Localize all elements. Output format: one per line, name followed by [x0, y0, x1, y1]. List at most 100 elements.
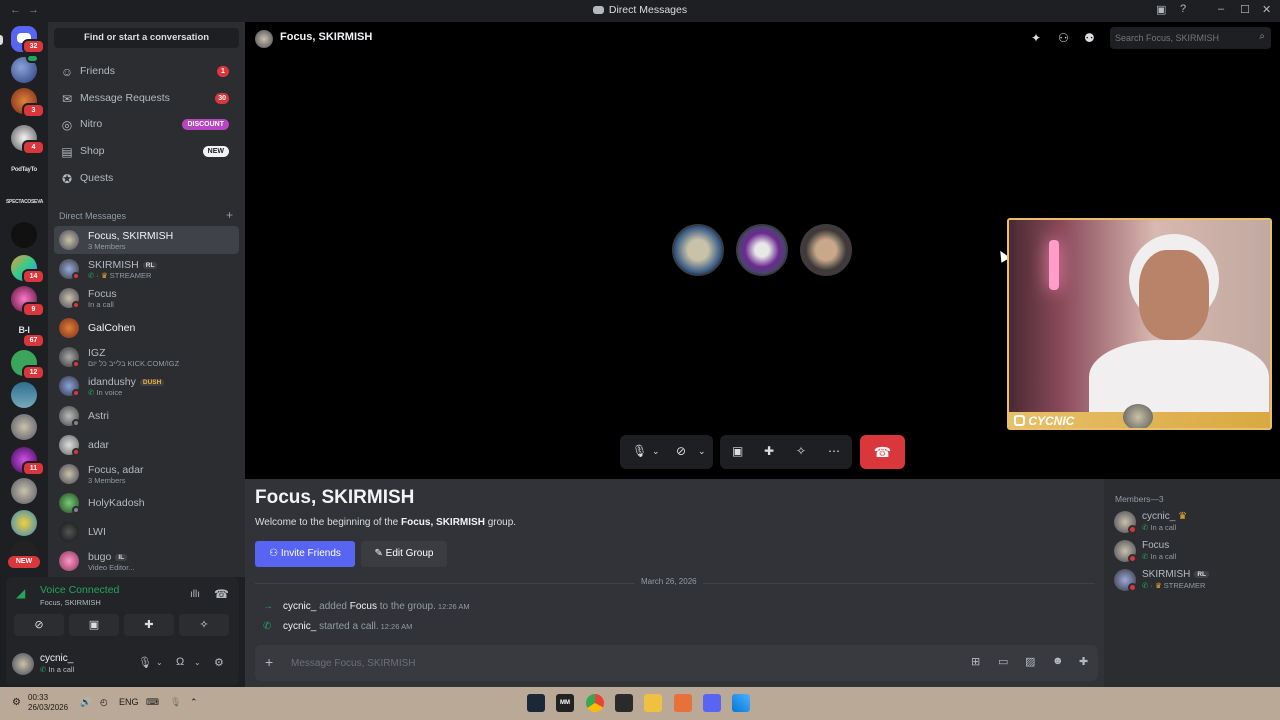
close-icon[interactable]: ✕	[1262, 3, 1271, 16]
video-tile[interactable]: CYCNIC	[1007, 218, 1272, 430]
dm-item[interactable]: HolyKadosh	[54, 489, 239, 517]
invite-friends-button[interactable]: ⚇ Invite Friends	[255, 541, 355, 567]
dm-item[interactable]: Focus In a call	[54, 284, 239, 312]
member-item[interactable]: cycnic_ ♛ ✆ In a call	[1112, 509, 1272, 535]
dm-item[interactable]: adar	[54, 431, 239, 459]
disconnect-icon[interactable]: ☎	[214, 587, 229, 601]
add-friends-icon[interactable]: ⚇	[1058, 31, 1069, 45]
server-icon-8[interactable]	[11, 382, 37, 408]
chevron-down-icon[interactable]: ⌄	[194, 658, 201, 667]
chevron-down-icon[interactable]: ⌄	[652, 446, 660, 457]
participant-avatar[interactable]	[672, 224, 724, 276]
participant-avatar[interactable]	[800, 224, 852, 276]
activities-button[interactable]: ✚	[124, 614, 174, 636]
screen-share-button[interactable]: ▣	[69, 614, 119, 636]
discord-taskbar-icon[interactable]	[703, 694, 721, 712]
nav-message-requests[interactable]: ✉ Message Requests 30	[54, 87, 239, 111]
chevron-down-icon[interactable]: ⌄	[698, 446, 706, 457]
dm-item[interactable]: Astri	[54, 402, 239, 430]
epic-games-icon[interactable]	[615, 694, 633, 712]
more-options-icon[interactable]: ⋯	[828, 444, 840, 458]
gift-icon[interactable]: ⊞	[971, 655, 980, 668]
call-stage: Focus, SKIRMISH ✦ ⚇ ⚉ ⌕ CYCNIC 🎙 ⌄ ⊘	[245, 22, 1280, 479]
app-mm-icon[interactable]: MM	[556, 694, 574, 712]
message-target[interactable]: Focus	[350, 601, 377, 612]
dm-item[interactable]: bugo IL Video Editor...	[54, 547, 239, 575]
message-author[interactable]: cycnic_	[283, 601, 316, 612]
chevron-up-icon[interactable]: ⌃	[190, 697, 198, 708]
file-explorer-icon[interactable]	[644, 694, 662, 712]
dm-item[interactable]: GalCohen	[54, 314, 239, 342]
voice-status[interactable]: Voice Connected	[40, 584, 119, 596]
create-dm-icon[interactable]: +	[226, 208, 233, 222]
message-author[interactable]: cycnic_	[283, 621, 316, 632]
headphones-icon[interactable]: Ω	[176, 656, 184, 668]
find-conversation-button[interactable]: Find or start a conversation	[54, 28, 239, 48]
add-attachment-icon[interactable]: +	[265, 654, 273, 670]
search-input[interactable]	[1115, 30, 1250, 46]
screen-share-icon[interactable]: ▣	[732, 444, 743, 458]
search-bar[interactable]: ⌕	[1110, 27, 1271, 49]
server-icon-12[interactable]	[11, 510, 37, 536]
steam-icon[interactable]	[527, 694, 545, 712]
microphone-icon[interactable]: 🎙	[632, 444, 647, 458]
windows-start-icon[interactable]	[732, 694, 750, 712]
maximize-icon[interactable]: ☐	[1240, 3, 1250, 16]
camera-off-icon[interactable]: ⊘	[676, 444, 686, 458]
minimize-icon[interactable]: –	[1218, 3, 1224, 15]
nav-shop[interactable]: ▤ Shop NEW	[54, 140, 239, 164]
voice-panel: ◢ Voice Connected Focus, SKIRMISH ıllı ☎…	[6, 577, 239, 643]
members-list-icon[interactable]: ⚉	[1084, 31, 1095, 45]
pin-icon[interactable]: ✦	[1031, 31, 1041, 45]
activities-icon[interactable]: ✚	[764, 444, 774, 458]
emoji-icon[interactable]: ☻	[1052, 655, 1064, 667]
soundboard-button[interactable]: ✧	[179, 614, 229, 636]
new-badge[interactable]: NEW	[8, 556, 40, 568]
nav-quests[interactable]: ✪ Quests	[54, 167, 239, 191]
network-icon[interactable]: ◴	[100, 697, 108, 708]
app-icon[interactable]	[674, 694, 692, 712]
message-input[interactable]	[291, 655, 891, 671]
nav-friends[interactable]: ☺ Friends 1	[54, 60, 239, 84]
participant-avatar[interactable]	[736, 224, 788, 276]
dm-item[interactable]: Focus, adar 3 Members	[54, 460, 239, 488]
chevron-down-icon[interactable]: ⌄	[156, 658, 163, 667]
microphone-icon[interactable]: 🎙	[138, 656, 152, 669]
server-icon-9[interactable]	[11, 414, 37, 440]
dm-name: Focus, adar	[88, 464, 144, 476]
server-icon-4[interactable]	[11, 222, 37, 248]
sticker-icon[interactable]: ▨	[1025, 655, 1035, 668]
language-indicator[interactable]: ENG	[119, 697, 139, 707]
lamp-glow	[1049, 240, 1059, 290]
member-item[interactable]: SKIRMISH RL ✆ · ♛ STREAMER	[1112, 567, 1272, 593]
noise-suppression-icon[interactable]: ıllı	[190, 589, 200, 600]
weather-icon[interactable]: ⚙	[12, 697, 21, 708]
edit-group-button[interactable]: ✎ Edit Group	[361, 541, 447, 567]
chrome-icon[interactable]	[586, 694, 604, 712]
server-text-logo[interactable]: SPECTACOSEVA	[6, 199, 43, 205]
gif-icon[interactable]: ▭	[998, 655, 1008, 668]
hang-up-button[interactable]: ☎	[860, 435, 905, 469]
voice-channel[interactable]: Focus, SKIRMISH	[40, 598, 101, 607]
dm-item[interactable]: IGZ בלייב כל יום KICK.COM/IGZ	[54, 343, 239, 371]
soundboard-icon[interactable]: ✧	[796, 444, 806, 458]
settings-gear-icon[interactable]: ⚙	[214, 656, 224, 669]
dm-item[interactable]: idandushy DUSH ✆ In voice	[54, 372, 239, 400]
dm-item[interactable]: Focus, SKIRMISH 3 Members	[54, 226, 239, 254]
keyboard-icon[interactable]: ⌨	[146, 697, 159, 708]
clock[interactable]: 00:33 26/03/2026	[28, 693, 68, 713]
nav-nitro[interactable]: ◎ Nitro DISCOUNT	[54, 113, 239, 137]
apps-icon[interactable]: ✚	[1079, 655, 1088, 668]
camera-off-button[interactable]: ⊘	[14, 614, 64, 636]
server-text-logo[interactable]: PodTayTo	[6, 167, 42, 173]
inbox-icon[interactable]: ▣	[1156, 3, 1166, 16]
dm-item[interactable]: LWI	[54, 518, 239, 546]
member-item[interactable]: Focus ✆ In a call	[1112, 538, 1272, 564]
voice-icon: ✆	[88, 388, 95, 397]
help-icon[interactable]: ?	[1180, 3, 1186, 15]
volume-icon[interactable]: 🔊	[80, 697, 91, 708]
avatar[interactable]	[12, 653, 34, 675]
server-icon-11[interactable]	[11, 478, 37, 504]
mic-tray-icon[interactable]: 🎙	[170, 697, 181, 708]
dm-item[interactable]: SKIRMISH RL ✆ · ♛ STREAMER	[54, 255, 239, 283]
